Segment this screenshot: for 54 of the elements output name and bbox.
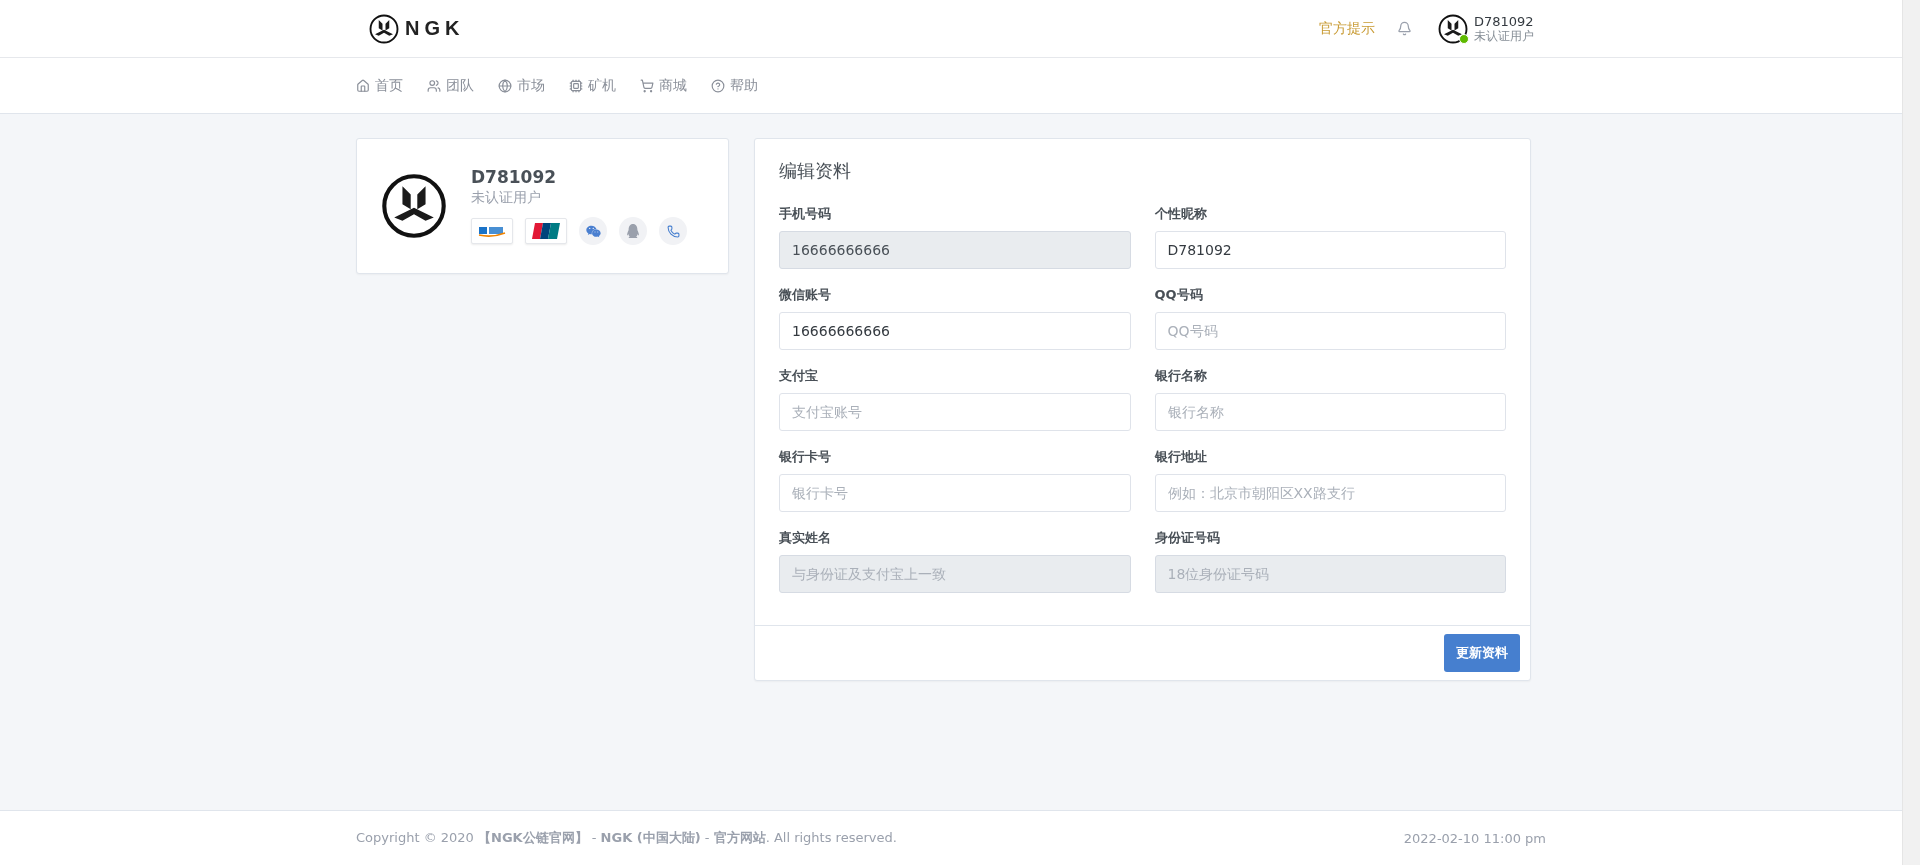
phone-icon	[666, 224, 680, 238]
nav-item[interactable]: 团队	[427, 76, 474, 95]
field-label: 银行地址	[1154, 448, 1208, 466]
card-icon	[532, 223, 560, 239]
globe-icon	[498, 78, 512, 93]
form-title: 编辑资料	[779, 159, 852, 183]
nav-item[interactable]: 帮助	[711, 76, 758, 95]
input-field[interactable]: 银行卡号	[779, 474, 1131, 512]
scrollbar[interactable]	[1902, 0, 1920, 865]
input-field[interactable]: D781092	[1154, 231, 1506, 269]
home-icon	[356, 78, 370, 93]
wallet-icon	[477, 225, 507, 237]
input-field[interactable]: QQ号码	[1154, 312, 1506, 350]
input-field[interactable]: 支付宝账号	[779, 393, 1131, 431]
cart-icon	[640, 78, 654, 93]
chip-icon	[569, 78, 583, 93]
field-label: 银行名称	[1154, 367, 1208, 385]
field-label: 真实姓名	[779, 529, 832, 547]
input-field[interactable]: 例如：北京市朝阳区XX路支行	[1154, 474, 1506, 512]
bell-icon[interactable]	[1397, 21, 1412, 36]
nav-item[interactable]: 商城	[640, 76, 687, 95]
users-icon	[427, 78, 441, 93]
profile-name: D781092	[471, 167, 558, 187]
wechat-icon	[585, 223, 601, 239]
help-icon	[711, 78, 725, 93]
field-label: 个性昵称	[1154, 205, 1208, 223]
input-field[interactable]: 16666666666	[779, 312, 1131, 350]
unionpay-tile[interactable]	[525, 218, 567, 244]
user-status: 未认证用户	[1474, 29, 1534, 44]
footer-datetime: 2022-02-10 11:00 pm	[1403, 830, 1546, 846]
nav-item[interactable]: 市场	[498, 76, 545, 95]
logo-text[interactable]: NGK	[405, 17, 465, 40]
user-name[interactable]: D781092	[1474, 13, 1534, 30]
profile-status: 未认证用户	[471, 189, 542, 207]
profile-avatar	[381, 173, 447, 239]
nav-item[interactable]: 首页	[356, 76, 403, 95]
user-avatar	[1438, 13, 1468, 44]
update-button[interactable]: 更新资料	[1444, 634, 1520, 672]
phone-button[interactable]	[659, 217, 687, 245]
qq-button[interactable]	[619, 217, 647, 245]
copyright-text: Copyright © 2020 【NGK公链官网】 - NGK (中国大陆) - 官方网站. All rights reserved.	[356, 829, 897, 847]
alipay-tile[interactable]	[471, 218, 513, 244]
field-label: 微信账号	[779, 286, 832, 304]
nav-item[interactable]: 矿机	[569, 76, 616, 95]
field-label: 身份证号码	[1154, 529, 1221, 547]
notice-link[interactable]: 官方提示	[1319, 19, 1375, 38]
logo-icon	[369, 13, 399, 44]
field-label: 支付宝	[779, 367, 819, 385]
field-label: QQ号码	[1154, 286, 1204, 304]
penguin-icon	[626, 224, 640, 238]
field-label: 银行卡号	[779, 448, 832, 466]
field-label: 手机号码	[779, 205, 832, 223]
wechat-button[interactable]	[579, 217, 607, 245]
input-field[interactable]: 银行名称	[1154, 393, 1506, 431]
